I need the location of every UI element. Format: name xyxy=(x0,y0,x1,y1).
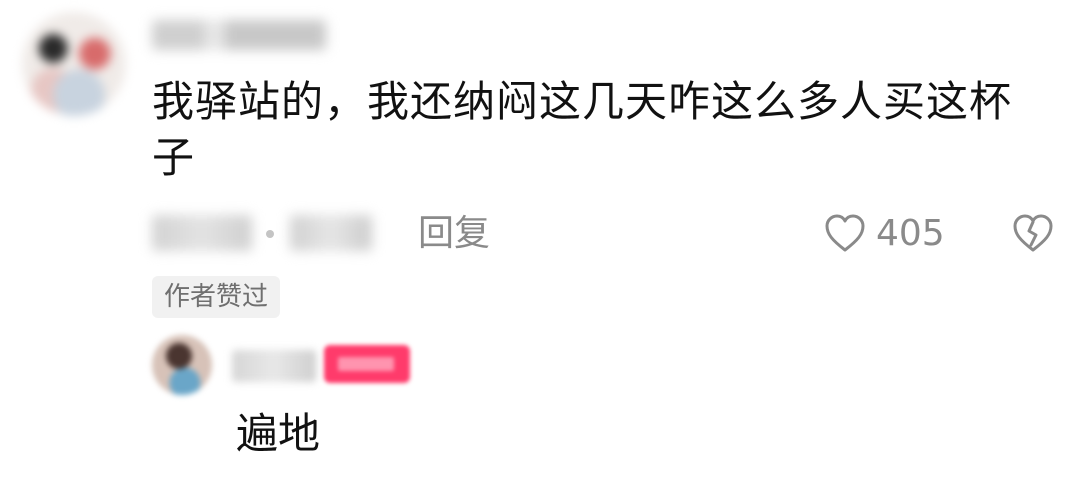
reply-button[interactable]: 回复 xyxy=(418,212,490,256)
heart-outline-icon[interactable] xyxy=(824,214,866,254)
comment-location-blurred xyxy=(290,215,372,251)
author-tag-badge-blurred xyxy=(324,345,410,383)
like-count: 405 xyxy=(876,213,945,254)
commenter-username-blurred[interactable] xyxy=(152,20,326,50)
author-liked-badge: 作者赞过 xyxy=(152,276,281,318)
comment-text: 我驿站的，我还纳闷这几天咋这么多人买这杯子 xyxy=(152,77,1013,182)
commenter-avatar[interactable] xyxy=(22,12,126,116)
meta-separator-dot xyxy=(266,230,274,238)
replier-username-blurred[interactable] xyxy=(232,350,316,382)
comment-timestamp-blurred xyxy=(152,215,252,251)
broken-heart-outline-icon[interactable] xyxy=(1012,214,1054,254)
replier-avatar[interactable] xyxy=(152,335,212,395)
reply-text: 遍地 xyxy=(236,409,321,458)
